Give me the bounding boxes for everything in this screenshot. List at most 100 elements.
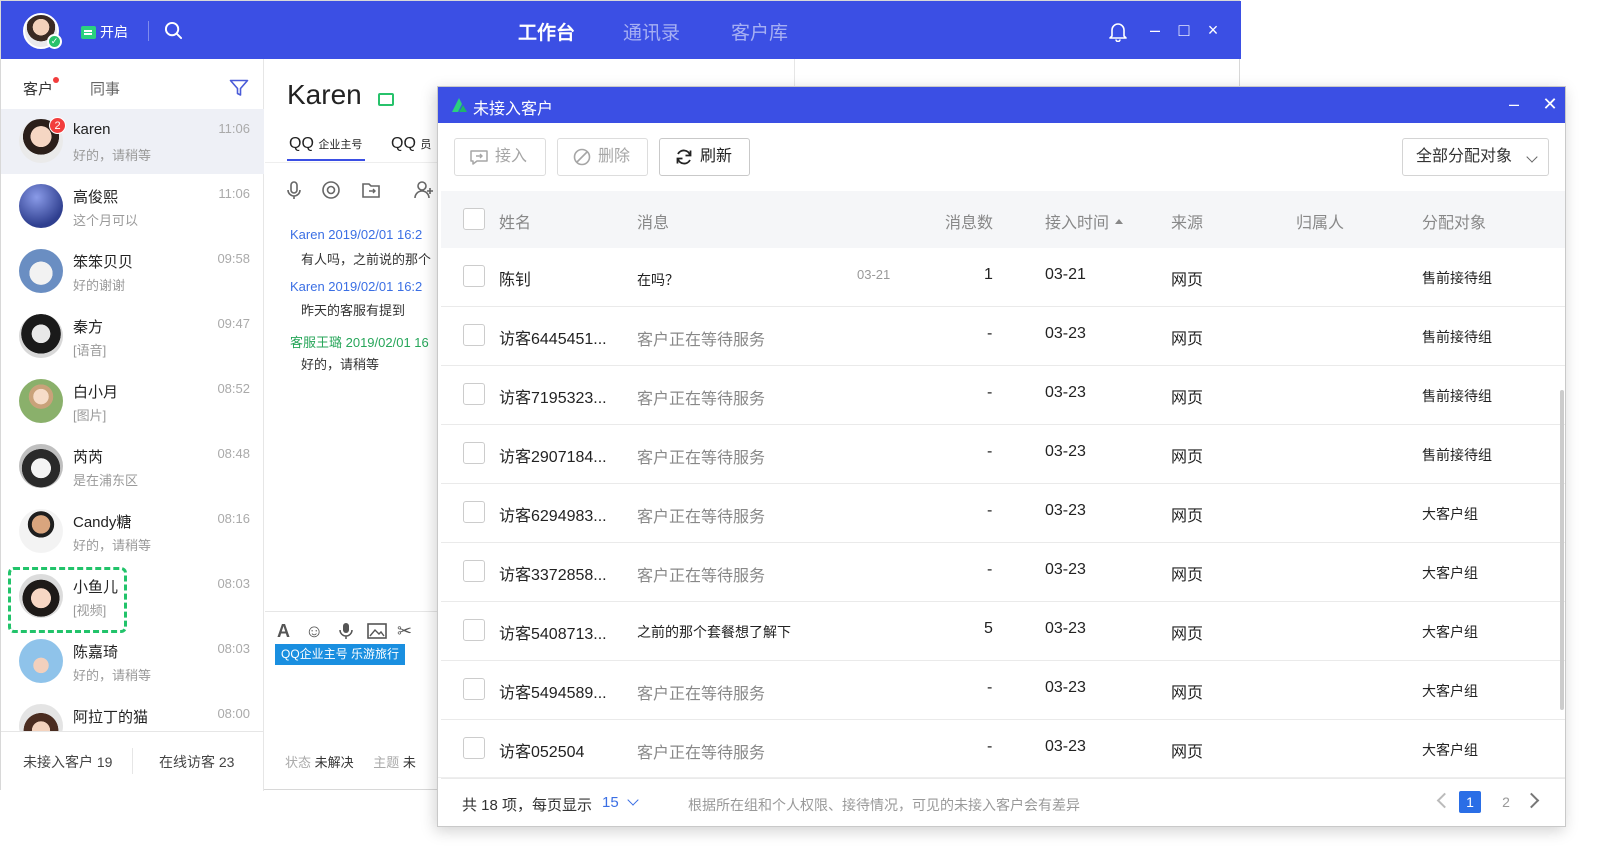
cell-source: 网页 [1171,626,1204,643]
avatar [19,184,63,228]
visibility-note: 根据所在组和个人权限、接待情况，可见的未接入客户会有差异 [688,797,1080,813]
cell-message: 客户正在等待服务 [637,332,766,349]
close-button[interactable]: × [1202,19,1224,41]
cell-message: 之前的那个套餐想了解下 [637,624,791,640]
cell-assignee: 售前接待组 [1422,447,1492,463]
message-header: Karen 2019/02/01 16:2 [290,227,423,242]
prev-page-icon[interactable] [1436,792,1453,809]
contact-item[interactable]: 芮芮 是在浦东区 08:48 [1,434,264,499]
add-user-icon[interactable] [413,179,435,201]
table-row[interactable]: 访客6445451... 客户正在等待服务 - 03-23 网页 售前接待组 [441,307,1565,366]
table-row[interactable]: 访客2907184... 客户正在等待服务 - 03-23 网页 售前接待组 [441,425,1565,484]
online-status-icon: ✓ [47,34,62,49]
status-value[interactable]: 未解决 [315,755,354,770]
refresh-button[interactable]: 刷新 [659,138,750,176]
row-checkbox[interactable] [463,501,485,523]
row-checkbox[interactable] [463,383,485,405]
table-scrollbar[interactable] [1560,390,1564,710]
table-row[interactable]: 访客7195323... 客户正在等待服务 - 03-23 网页 售前接待组 [441,366,1565,425]
cell-message: 客户正在等待服务 [637,745,766,762]
row-checkbox[interactable] [463,619,485,641]
highlight-frame [8,567,127,633]
delete-button[interactable]: 删除 [557,138,648,176]
row-checkbox[interactable] [463,560,485,582]
contact-item[interactable]: 阿拉丁的猫 08:00 [1,694,264,731]
minimize-button[interactable]: – [1144,19,1166,41]
contact-item[interactable]: Candy糖 好的，请稍等 08:16 [1,499,264,564]
avatar [19,314,63,358]
cell-assignee: 大客户组 [1422,624,1478,640]
topic-value[interactable]: 未 [403,755,416,770]
transfer-icon[interactable] [360,179,382,201]
emoji-icon[interactable]: ☺ [305,621,323,642]
tab-qq-enterprise[interactable]: QQ 企业主号 [289,135,362,153]
table-row[interactable]: 访客3372858... 客户正在等待服务 - 03-23 网页 大客户组 [441,543,1565,602]
contact-item[interactable]: 笨笨贝贝 好的谢谢 09:58 [1,239,264,304]
dialog-minimize-button[interactable]: – [1504,94,1524,115]
table-row[interactable]: 陈钊 在吗？ 03-21 1 03-21 网页 售前接待组 [441,248,1565,307]
cell-count: 1 [984,266,993,283]
chat-status-bar: 状态 未解决 主题 未 [285,752,432,771]
image-icon[interactable] [367,622,387,640]
table-row[interactable]: 访客052504 客户正在等待服务 - 03-23 网页 大客户组 [441,720,1565,779]
accept-button[interactable]: 接入 [454,138,546,176]
row-checkbox[interactable] [463,265,485,287]
cell-time: 03-23 [1045,325,1086,342]
cell-count: 5 [984,620,993,637]
tab-customer-library[interactable]: 客户库 [731,18,788,45]
col-time[interactable]: 接入时间 [1045,209,1124,233]
divider [132,748,133,774]
assignee-filter-select[interactable]: 全部分配对象 [1402,138,1549,176]
bell-icon[interactable] [1107,20,1129,42]
cell-time: 03-23 [1045,679,1086,696]
open-toggle-button[interactable]: 开启 [81,22,128,42]
maximize-button[interactable]: □ [1173,19,1195,41]
microphone-icon[interactable] [283,179,305,201]
filter-icon[interactable] [229,79,249,97]
row-checkbox[interactable] [463,678,485,700]
page-2[interactable]: 2 [1495,791,1517,813]
tab-colleagues[interactable]: 同事 [90,78,120,99]
avatar [19,444,63,488]
page-1[interactable]: 1 [1459,791,1481,813]
unreceived-customers-link[interactable]: 未接入客户 19 [23,752,112,772]
tab-qq-staff[interactable]: QQ 员 [391,135,431,153]
row-checkbox[interactable] [463,324,485,346]
scissors-icon[interactable]: ✂ [397,621,412,642]
tab-customers[interactable]: 客户 [23,78,53,99]
unreceived-customers-dialog: 未接入客户 – ✕ 接入 删除 刷新 全部分配对象 姓名 消息 消息数 接入时间… [437,86,1566,827]
tab-workbench[interactable]: 工作台 [518,18,575,45]
cell-count: - [987,502,993,519]
notification-dot [53,77,59,83]
contact-item[interactable]: 高俊熙 这个月可以 11:06 [1,174,264,239]
online-visitors-link[interactable]: 在线访客 23 [159,752,234,772]
dialog-close-button[interactable]: ✕ [1540,94,1560,115]
table-row[interactable]: 访客5408713... 之前的那个套餐想了解下 5 03-23 网页 大客户组 [441,602,1565,661]
contact-item[interactable]: 秦方 [语音] 09:47 [1,304,264,369]
tab-contacts[interactable]: 通讯录 [623,18,680,45]
contact-item[interactable]: 2 karen 好的，请稍等 11:06 [1,109,264,174]
table-header: 姓名 消息 消息数 接入时间 来源 归属人 分配对象 [441,191,1565,248]
sidebar: 客户 同事 2 karen 好的，请稍等 11:06 高俊熙 这个月可以 11:… [1,59,264,791]
contact-last-message: [图片] [73,408,107,423]
cell-name: 访客6445451... [499,331,607,348]
page-size-select[interactable]: 15 [602,794,619,811]
sort-asc-icon [1115,219,1124,225]
contact-item[interactable]: 白小月 [图片] 08:52 [1,369,264,434]
camera-icon[interactable] [320,179,342,201]
contact-name: 陈嘉琦 [73,644,119,661]
cell-message: 客户正在等待服务 [637,509,766,526]
cell-source: 网页 [1171,449,1204,466]
search-icon[interactable] [164,21,183,40]
next-page-icon[interactable] [1523,792,1540,809]
table-row[interactable]: 访客5494589... 客户正在等待服务 - 03-23 网页 大客户组 [441,661,1565,720]
table-row[interactable]: 访客6294983... 客户正在等待服务 - 03-23 网页 大客户组 [441,484,1565,543]
chevron-down-icon[interactable] [627,794,639,806]
row-checkbox[interactable] [463,442,485,464]
row-checkbox[interactable] [463,737,485,759]
voice-icon[interactable] [337,622,355,640]
select-all-checkbox[interactable] [463,208,485,230]
font-icon[interactable]: A [277,621,290,642]
contact-item[interactable]: 陈嘉琦 好的，请稍等 08:03 [1,629,264,694]
avatar [19,509,63,553]
